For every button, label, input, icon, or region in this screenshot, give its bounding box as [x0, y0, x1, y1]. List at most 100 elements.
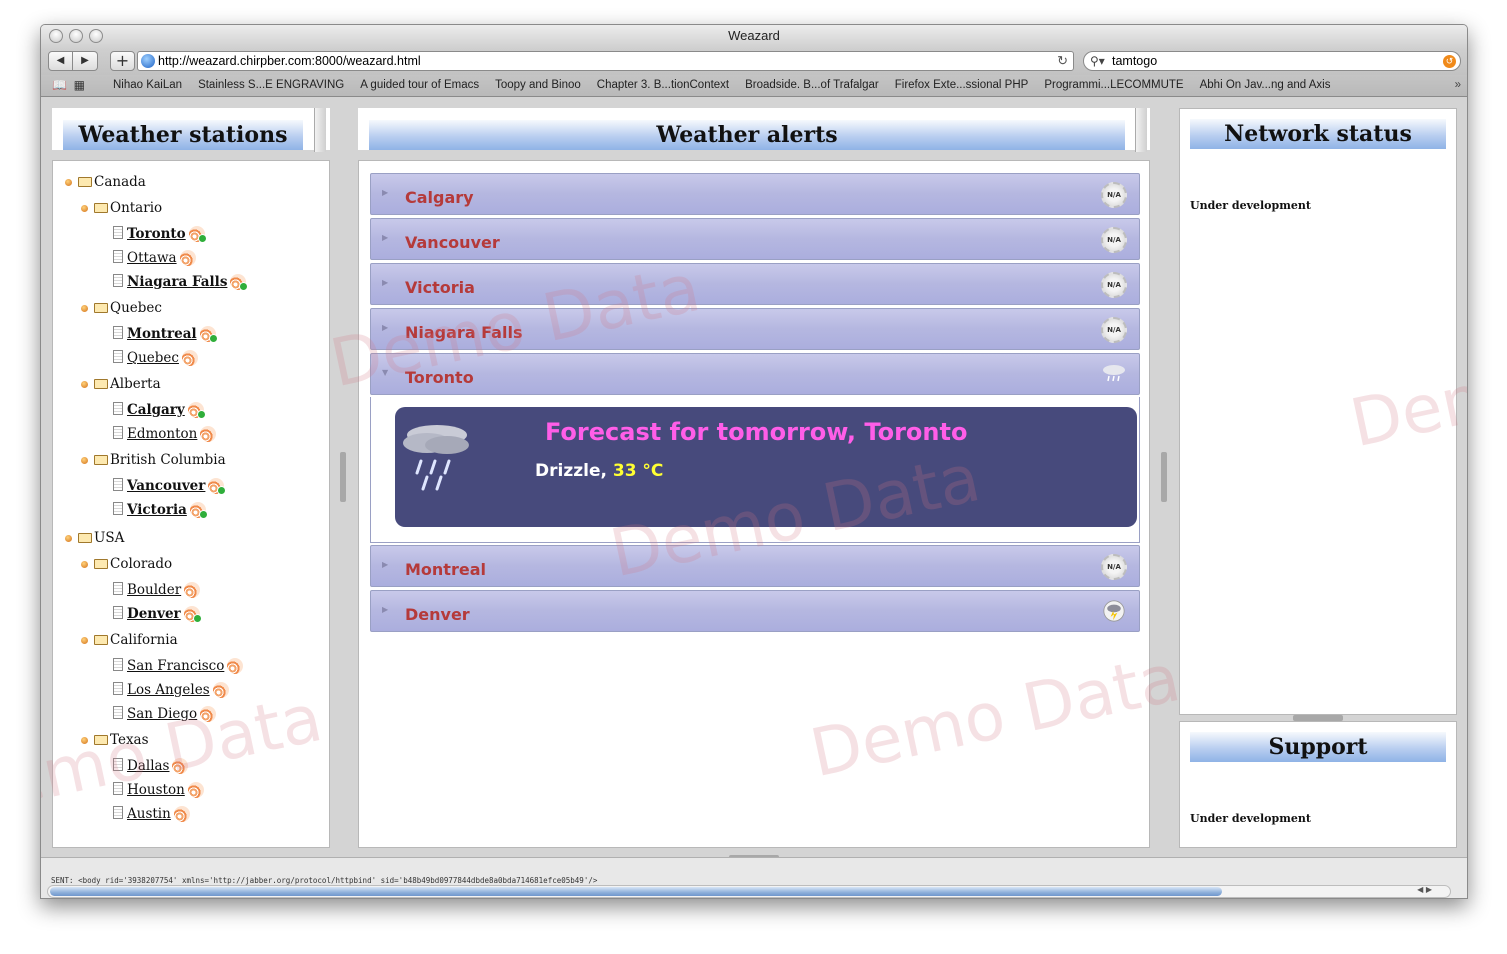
rss-feed-icon[interactable] — [181, 349, 198, 366]
right-splitter[interactable] — [1161, 452, 1167, 502]
close-window-button[interactable] — [49, 29, 63, 43]
rss-feed-icon[interactable] — [173, 805, 190, 822]
rss-feed-icon[interactable] — [187, 401, 206, 419]
station-link[interactable]: Calgary — [127, 402, 185, 418]
rss-feed-icon[interactable] — [208, 477, 227, 495]
scrollbar-thumb[interactable] — [50, 887, 1222, 896]
station-item[interactable]: Dallas — [113, 755, 189, 777]
station-link[interactable]: Niagara Falls — [127, 274, 227, 290]
station-item[interactable]: Montreal — [113, 323, 218, 345]
expand-icon[interactable]: ▶ — [382, 233, 388, 242]
station-item[interactable]: Victoria — [113, 499, 208, 521]
region-node[interactable]: Alberta — [81, 373, 161, 395]
minimize-window-button[interactable] — [69, 29, 83, 43]
bookmark-item[interactable]: Stainless S...E ENGRAVING — [198, 75, 344, 95]
station-item[interactable]: Quebec — [113, 347, 198, 369]
grid-icon[interactable]: ▦ — [74, 78, 85, 92]
station-item[interactable]: San Diego — [113, 703, 217, 725]
station-item[interactable]: Calgary — [113, 399, 206, 421]
bookmark-item[interactable]: Chapter 3. B...tionContext — [597, 75, 729, 95]
region-node[interactable]: Ontario — [81, 197, 162, 219]
scroll-arrows-icon[interactable]: ◀ ▶ — [1417, 885, 1432, 894]
station-item[interactable]: Vancouver — [113, 475, 227, 497]
station-item[interactable]: Ottawa — [113, 247, 196, 269]
alert-bar[interactable]: ▶ Denver — [370, 590, 1140, 632]
bookmark-item[interactable]: Firefox Exte...ssional PHP — [895, 75, 1029, 95]
expand-icon[interactable]: ▶ — [382, 605, 388, 614]
rss-feed-icon[interactable] — [230, 273, 249, 291]
station-link[interactable]: Vancouver — [127, 478, 205, 494]
rss-feed-icon[interactable] — [172, 757, 189, 774]
bookmark-item[interactable]: Abhi On Jav...ng and Axis — [1200, 75, 1331, 95]
expand-icon[interactable]: ▶ — [382, 560, 388, 569]
reload-icon[interactable]: ↻ — [1057, 52, 1068, 70]
expand-icon[interactable]: ▶ — [382, 188, 388, 197]
rss-feed-icon[interactable] — [179, 249, 196, 266]
alert-bar[interactable]: ▶ Calgary N/A — [370, 173, 1140, 215]
alert-bar[interactable]: ▶ Victoria N/A — [370, 263, 1140, 305]
station-item[interactable]: Denver — [113, 603, 202, 625]
rss-feed-icon[interactable] — [200, 425, 217, 442]
rss-feed-icon[interactable] — [200, 705, 217, 722]
region-node[interactable]: California — [81, 629, 178, 651]
station-link[interactable]: Austin — [127, 806, 171, 822]
back-button[interactable]: ◀ — [48, 51, 73, 71]
add-bookmark-button[interactable]: + — [110, 51, 135, 71]
rss-feed-icon[interactable] — [189, 501, 208, 519]
region-node[interactable]: British Columbia — [81, 449, 226, 471]
bookmark-item[interactable]: Toopy and Binoo — [495, 75, 581, 95]
expand-icon[interactable]: ▶ — [382, 278, 388, 287]
rss-feed-icon[interactable] — [188, 225, 207, 243]
station-item[interactable]: Boulder — [113, 579, 201, 601]
rss-feed-icon[interactable] — [184, 581, 201, 598]
station-link[interactable]: Houston — [127, 782, 185, 798]
search-field[interactable]: ⚲▾ tamtogo ↺ — [1083, 51, 1461, 71]
station-link[interactable]: Los Angeles — [127, 682, 210, 698]
station-link[interactable]: Quebec — [127, 350, 179, 366]
bookmark-item[interactable]: Broadside. B...of Trafalgar — [745, 75, 879, 95]
station-link[interactable]: Edmonton — [127, 426, 197, 442]
region-node[interactable]: Colorado — [81, 553, 172, 575]
rss-feed-icon[interactable] — [212, 681, 229, 698]
snapback-icon[interactable]: ↺ — [1443, 55, 1456, 68]
station-item[interactable]: Toronto — [113, 223, 207, 245]
rss-feed-icon[interactable] — [199, 325, 218, 343]
region-node[interactable]: Texas — [81, 729, 149, 751]
station-item[interactable]: Los Angeles — [113, 679, 229, 701]
horizontal-scrollbar[interactable]: ◀ ▶ — [47, 885, 1451, 898]
country-node[interactable]: Canada — [65, 171, 146, 193]
station-item[interactable]: Austin — [113, 803, 190, 825]
station-link[interactable]: Boulder — [127, 582, 181, 598]
address-bar[interactable]: http://weazard.chirpber.com:8000/weazard… — [137, 51, 1074, 71]
bookmark-item[interactable]: Programmi...LECOMMUTE — [1044, 75, 1183, 95]
rss-feed-icon[interactable] — [183, 605, 202, 623]
alert-bar[interactable]: ▶ Montreal N/A — [370, 545, 1140, 587]
book-icon[interactable]: 📖 — [52, 78, 67, 92]
expand-icon[interactable]: ▶ — [382, 323, 388, 332]
alert-bar[interactable]: ▶ Vancouver N/A — [370, 218, 1140, 260]
station-item[interactable]: Houston — [113, 779, 204, 801]
station-link[interactable]: Victoria — [127, 502, 187, 518]
bookmark-item[interactable]: A guided tour of Emacs — [360, 75, 479, 95]
station-link[interactable]: San Diego — [127, 706, 197, 722]
station-item[interactable]: San Francisco — [113, 655, 244, 677]
more-bookmarks-icon[interactable]: » — [1455, 75, 1461, 95]
station-link[interactable]: Ottawa — [127, 250, 177, 266]
zoom-window-button[interactable] — [89, 29, 103, 43]
station-item[interactable]: Niagara Falls — [113, 271, 249, 293]
station-link[interactable]: Montreal — [127, 326, 197, 342]
forward-button[interactable]: ▶ — [73, 51, 98, 71]
alert-bar[interactable]: ▼ Toronto — [370, 353, 1140, 395]
station-link[interactable]: Denver — [127, 606, 181, 622]
rss-feed-icon[interactable] — [187, 781, 204, 798]
alert-bar[interactable]: ▶ Niagara Falls N/A — [370, 308, 1140, 350]
station-item[interactable]: Edmonton — [113, 423, 217, 445]
station-link[interactable]: Dallas — [127, 758, 169, 774]
rss-feed-icon[interactable] — [227, 657, 244, 674]
bookmark-item[interactable]: Nihao KaiLan — [113, 75, 182, 95]
collapse-icon[interactable]: ▼ — [382, 368, 388, 377]
country-node[interactable]: USA — [65, 527, 124, 549]
station-link[interactable]: Toronto — [127, 226, 186, 242]
left-splitter[interactable] — [340, 452, 346, 502]
region-node[interactable]: Quebec — [81, 297, 162, 319]
